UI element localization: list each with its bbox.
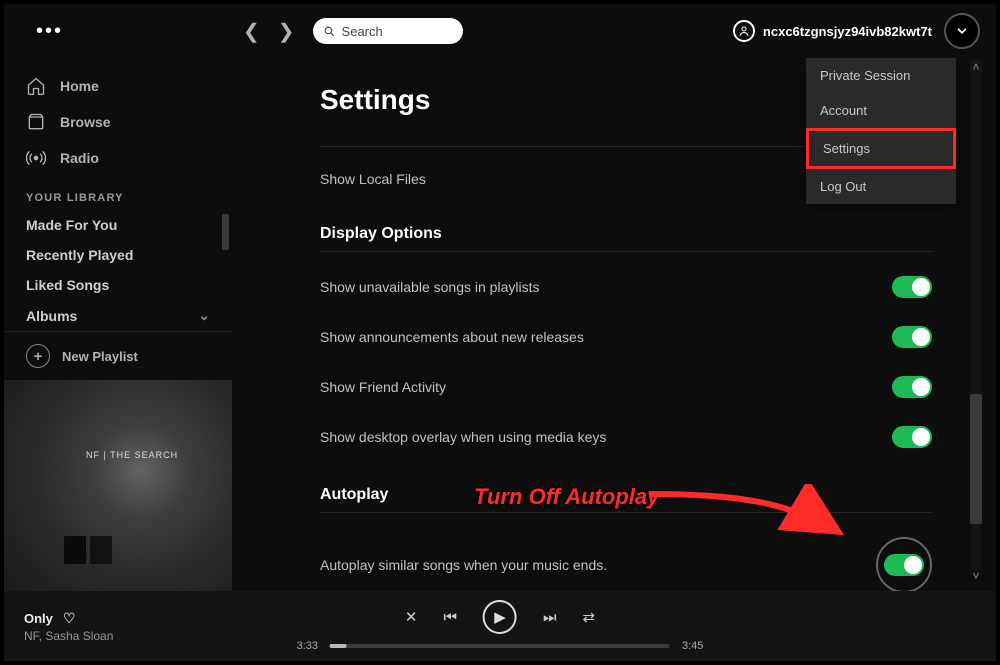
home-icon bbox=[26, 76, 46, 96]
sidebar: Home Browse Radio YOUR LIBRARY Made For … bbox=[4, 62, 232, 591]
chevron-down-icon: ⌄ bbox=[198, 307, 210, 324]
setting-unavailable-songs: Show unavailable songs in playlists bbox=[320, 262, 932, 312]
setting-desktop-overlay: Show desktop overlay when using media ke… bbox=[320, 412, 932, 462]
player-bar: Only ♡ NF, Sasha Sloan ✕ ⏮ ▶ ⏭ ⇄ 3:33 3:… bbox=[4, 591, 996, 661]
nav-back-icon[interactable]: ❮ bbox=[243, 19, 260, 44]
app-window: ••• ❮ ❯ Search ncxc6tzgnsjyz94ivb82kwt7t… bbox=[0, 0, 1000, 665]
album-art-text: NF | THE SEARCH bbox=[86, 450, 178, 460]
section-display-options: Display Options bbox=[320, 225, 932, 243]
chevron-down-icon[interactable] bbox=[944, 13, 980, 49]
user-avatar-icon bbox=[733, 20, 755, 42]
scroll-up-icon[interactable]: ˄ bbox=[970, 60, 982, 74]
sidebar-scrollbar-thumb[interactable] bbox=[222, 214, 229, 250]
toggle-announcements[interactable] bbox=[892, 326, 932, 348]
next-track-icon[interactable]: ⏭ bbox=[543, 609, 557, 626]
user-menu[interactable]: ncxc6tzgnsjyz94ivb82kwt7t bbox=[733, 13, 980, 49]
toggle-unavailable-songs[interactable] bbox=[892, 276, 932, 298]
progress-bar: 3:33 3:45 bbox=[297, 640, 704, 652]
username: ncxc6tzgnsjyz94ivb82kwt7t bbox=[763, 24, 932, 39]
autoplay-highlight bbox=[876, 537, 932, 591]
sidebar-item-label: Home bbox=[60, 78, 99, 94]
setting-autoplay: Autoplay similar songs when your music e… bbox=[320, 523, 932, 591]
user-dropdown: Private Session Account Settings Log Out bbox=[806, 58, 956, 204]
scrollbar-thumb[interactable] bbox=[970, 394, 982, 524]
previous-track-icon[interactable]: ⏮ bbox=[443, 609, 457, 626]
sidebar-item-home[interactable]: Home bbox=[4, 68, 232, 104]
heart-icon[interactable]: ♡ bbox=[63, 610, 76, 627]
nav-forward-icon[interactable]: ❯ bbox=[278, 19, 295, 44]
seek-bar[interactable] bbox=[330, 644, 670, 648]
player-controls: ✕ ⏮ ▶ ⏭ ⇄ 3:33 3:45 bbox=[297, 600, 704, 652]
scroll-down-icon[interactable]: ˅ bbox=[970, 569, 982, 583]
toggle-friend-activity[interactable] bbox=[892, 376, 932, 398]
library-header: YOUR LIBRARY bbox=[4, 176, 232, 210]
toggle-desktop-overlay[interactable] bbox=[892, 426, 932, 448]
sidebar-item-radio[interactable]: Radio bbox=[4, 140, 232, 176]
sidebar-item-label: Browse bbox=[60, 114, 111, 130]
nav-arrows: ❮ ❯ bbox=[243, 19, 295, 44]
radio-icon bbox=[26, 148, 46, 168]
dropdown-private-session[interactable]: Private Session bbox=[806, 58, 956, 93]
track-title[interactable]: Only bbox=[24, 611, 53, 626]
library-albums[interactable]: Albums⌄ bbox=[4, 300, 232, 331]
divider bbox=[320, 251, 932, 252]
more-menu-icon[interactable]: ••• bbox=[36, 20, 63, 43]
toggle-autoplay[interactable] bbox=[884, 554, 924, 576]
total-time: 3:45 bbox=[682, 640, 703, 652]
sidebar-item-label: Radio bbox=[60, 150, 99, 166]
now-playing-album-art[interactable]: NF | THE SEARCH bbox=[4, 380, 232, 608]
dropdown-log-out[interactable]: Log Out bbox=[806, 169, 956, 204]
repeat-icon[interactable]: ⇄ bbox=[583, 608, 596, 626]
plus-icon: + bbox=[26, 344, 50, 368]
sidebar-item-browse[interactable]: Browse bbox=[4, 104, 232, 140]
top-bar: ••• ❮ ❯ Search ncxc6tzgnsjyz94ivb82kwt7t bbox=[4, 4, 996, 58]
search-input[interactable]: Search bbox=[313, 18, 463, 44]
library-made-for-you[interactable]: Made For You bbox=[4, 210, 232, 240]
new-playlist-label: New Playlist bbox=[62, 349, 138, 364]
search-placeholder: Search bbox=[342, 24, 383, 39]
setting-announcements: Show announcements about new releases bbox=[320, 312, 932, 362]
browse-icon bbox=[26, 112, 46, 132]
search-icon bbox=[323, 25, 336, 38]
dropdown-settings[interactable]: Settings bbox=[806, 128, 956, 169]
shuffle-icon[interactable]: ✕ bbox=[405, 608, 418, 626]
track-artist[interactable]: NF, Sasha Sloan bbox=[24, 629, 113, 643]
section-autoplay: Autoplay bbox=[320, 486, 932, 504]
library-recently-played[interactable]: Recently Played bbox=[4, 240, 232, 270]
divider bbox=[320, 512, 932, 513]
play-button[interactable]: ▶ bbox=[483, 600, 517, 634]
library-liked-songs[interactable]: Liked Songs bbox=[4, 270, 232, 300]
new-playlist-button[interactable]: + New Playlist bbox=[4, 331, 232, 380]
setting-friend-activity: Show Friend Activity bbox=[320, 362, 932, 412]
dropdown-account[interactable]: Account bbox=[806, 93, 956, 128]
now-playing-track: Only ♡ NF, Sasha Sloan bbox=[24, 610, 113, 643]
elapsed-time: 3:33 bbox=[297, 640, 318, 652]
